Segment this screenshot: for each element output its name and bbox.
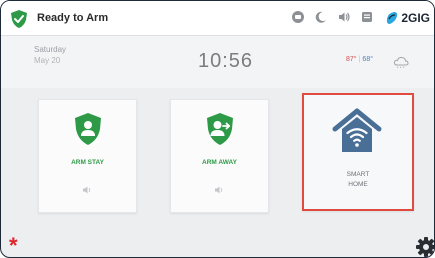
brand-mark-icon <box>387 12 398 24</box>
clock: 10:56 <box>198 50 254 72</box>
temp-high: 87° <box>346 56 357 63</box>
speaker-icon <box>215 186 223 194</box>
arm-away-button[interactable]: ARM AWAY <box>170 99 269 213</box>
weather-temps[interactable]: 87° | 68° <box>346 56 373 63</box>
arm-stay-button[interactable]: ARM STAY <box>38 99 137 213</box>
day-label: Saturday <box>34 45 67 54</box>
shield-person-arrow-icon <box>207 113 233 145</box>
moon-icon[interactable] <box>314 10 328 24</box>
cloud-icon[interactable] <box>393 55 409 68</box>
shield-person-icon <box>75 113 101 145</box>
emergency-button[interactable]: * <box>9 235 18 257</box>
smart-home-line2: HOME <box>348 181 368 188</box>
speaker-icon <box>83 186 91 194</box>
system-status[interactable]: Ready to Arm <box>37 12 108 24</box>
shield-check-icon[interactable] <box>9 9 29 29</box>
status-bar: Ready to Arm 2GIG <box>1 1 434 36</box>
date-label: May 20 <box>34 56 61 65</box>
volume-icon[interactable] <box>337 10 351 24</box>
status-icons <box>291 10 374 24</box>
brand-logo: 2GIG <box>385 11 430 25</box>
smart-home-button[interactable]: SMART HOME <box>302 93 414 211</box>
gear-icon[interactable] <box>415 236 435 258</box>
panel-screen: Ready to Arm 2GIG Saturday May 20 10:56 … <box>0 0 435 258</box>
info-bar: Saturday May 20 10:56 87° | 68° <box>1 36 434 88</box>
smart-home-label: SMART HOME <box>304 170 412 190</box>
battery-icon[interactable] <box>291 10 305 24</box>
house-wifi-icon <box>332 108 382 152</box>
arm-away-label: ARM AWAY <box>202 159 237 166</box>
temp-low: 68° <box>362 56 374 63</box>
brand-name: 2GIG <box>401 11 430 25</box>
smart-home-line1: SMART <box>346 171 370 178</box>
message-icon[interactable] <box>360 10 374 24</box>
arm-stay-label: ARM STAY <box>71 159 104 166</box>
